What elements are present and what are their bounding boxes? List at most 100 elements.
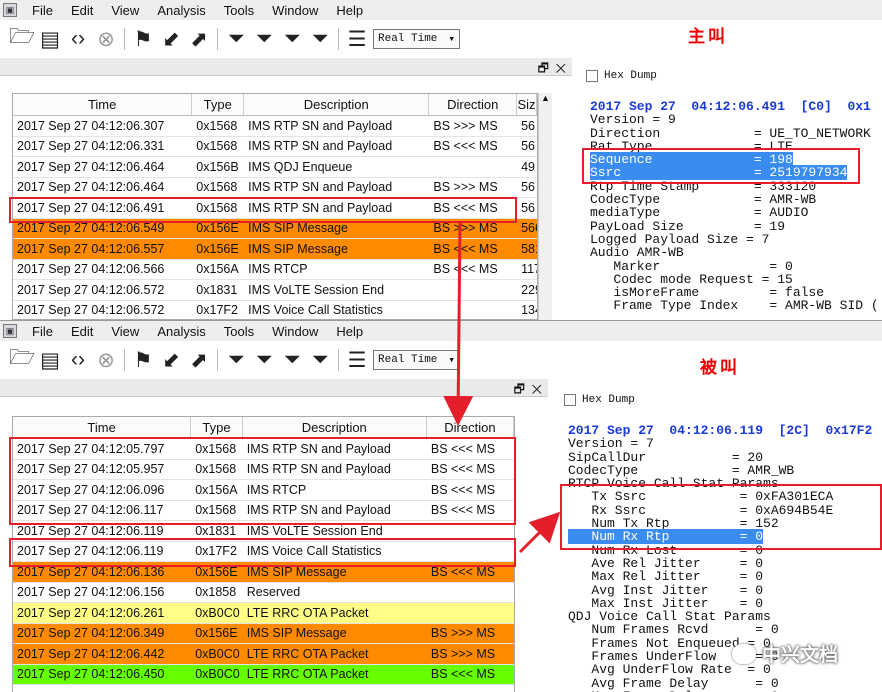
col-type[interactable]: Type [192,94,245,115]
detail-line[interactable]: Num Tx Rtp = 152 [568,517,872,530]
funnel-add-icon[interactable]: ⏷ [250,346,278,374]
realtime-dropdown[interactable]: Real Time ▾ [373,29,460,49]
detail-line[interactable]: Frame Type Index = AMR-WB SID ( [590,299,878,312]
detail-line[interactable]: Rtp Time Stamp = 333120 [590,180,879,193]
detail-line[interactable]: QDJ Voice Call Stat Params [568,610,872,623]
menu-view[interactable]: View [102,3,148,18]
detail-line[interactable]: Avg Frame Delay = 0 [568,676,872,690]
table-row[interactable]: 2017 Sep 27 04:12:06.096 0x156A IMS RTCP BS… [13,480,514,501]
open-folder-icon[interactable]: 🗁 [8,25,36,53]
menu-help[interactable]: Help [327,3,372,18]
table-row[interactable]: 2017 Sep 27 04:12:06.557 0x156E IMS SIP Me… [13,239,537,260]
checkbox[interactable] [564,394,576,406]
code-brackets-icon[interactable]: ‹› [64,25,92,53]
close-icon[interactable]: ✕ [532,382,542,396]
filter-out-icon[interactable]: ⬈ [185,346,213,374]
detail-line[interactable]: Ave Rel Jitter = 0 [568,557,872,570]
table-row[interactable]: 2017 Sep 27 04:12:06.464 0x1568 IMS RTP SN… [13,178,537,198]
table-row[interactable]: 2017 Sep 27 04:12:06.442 0xB0C0 LTE RRC OT… [13,644,514,665]
filter-in-icon[interactable]: ⬋ [157,25,185,53]
table-row[interactable]: 2017 Sep 27 04:12:06.549 0x156E IMS SIP Me… [13,218,537,239]
menu-help[interactable]: Help [327,324,372,339]
table-row[interactable]: 2017 Sep 27 04:12:06.450 0xB0C0 LTE RRC OT… [13,664,514,685]
detail-line[interactable]: Sequence = 198 [590,152,879,168]
hex-dump-checkbox[interactable]: Hex Dump [586,70,657,82]
funnel-icon[interactable]: ⏷ [222,346,250,374]
detail-line[interactable]: Version = 9 [590,113,879,126]
menu-analysis[interactable]: Analysis [148,3,214,18]
menu-tools[interactable]: Tools [215,324,263,339]
col-time[interactable]: Time [13,417,192,438]
menu-analysis[interactable]: Analysis [148,324,214,339]
detail-line[interactable]: Max Inst Jitter = 0 [568,597,872,610]
detail-line[interactable]: Audio AMR-WB [590,246,879,259]
table-row[interactable]: 2017 Sep 27 04:12:06.307 0x1568 IMS RTP SN… [13,116,537,137]
checkbox[interactable] [586,70,598,82]
table-row[interactable]: 2017 Sep 27 04:12:06.136 0x156E IMS SIP Me… [13,562,514,583]
stop-icon[interactable]: ⊗ [92,346,120,374]
detail-line[interactable]: Num Frames Rcvd = 0 [568,623,872,636]
funnel-clear-icon[interactable]: ⏷ [306,346,334,374]
table-row[interactable]: 2017 Sep 27 04:12:06.572 0x1831 IMS VoLTE … [13,280,537,301]
col-description[interactable]: Description [243,417,427,438]
filter-in-icon[interactable]: ⬋ [157,346,185,374]
detail-line[interactable]: Num Rx Rtp = 0 [568,529,872,545]
col-direction[interactable]: Direction [427,417,514,438]
detail-line[interactable]: Rx Ssrc = 0xA694B54E [568,504,872,517]
col-description[interactable]: Description [244,94,430,115]
table-row[interactable]: 2017 Sep 27 04:12:06.156 0x1858 Reserved [13,583,514,603]
save-icon[interactable]: ▤ [36,346,64,374]
detail-line[interactable]: Avg Inst Jitter = 0 [568,583,872,597]
table-row[interactable]: 2017 Sep 27 04:12:06.349 0x156E IMS SIP Me… [13,623,514,644]
table-row[interactable]: 2017 Sep 27 04:12:06.261 0xB0C0 LTE RRC OT… [13,603,514,624]
close-icon[interactable]: ✕ [556,61,566,75]
detail-line[interactable]: CodecType = AMR-WB [590,193,879,206]
funnel-edit-icon[interactable]: ⏷ [278,346,306,374]
detail-line[interactable]: SipCallDur = 20 [568,450,872,464]
col-time[interactable]: Time [13,94,193,115]
table-row[interactable]: 2017 Sep 27 04:12:06.331 0x1568 IMS RTP SN… [13,137,537,157]
detail-line[interactable]: RTCP Voice Call Stat Params [568,477,872,490]
menu-window[interactable]: Window [263,3,327,18]
table-row[interactable]: 2017 Sep 27 04:12:06.566 0x156A IMS RTCP BS… [13,260,537,280]
detail-line[interactable]: PayLoad Size = 19 [590,220,879,233]
detail-line[interactable]: isMoreFrame = false [590,286,879,299]
detail-line[interactable]: Logged Payload Size = 7 [590,233,879,246]
open-folder-icon[interactable]: 🗁 [8,346,36,374]
table-row[interactable]: 2017 Sep 27 04:12:05.797 0x1568 IMS RTP SN… [13,439,514,460]
log-icon[interactable]: ☰ [343,346,371,374]
col-direction[interactable]: Direction [429,94,518,115]
stop-icon[interactable]: ⊗ [92,25,120,53]
detail-line[interactable]: Marker = 0 [590,259,879,273]
detail-line[interactable]: Num Rx Lost = 0 [568,544,872,557]
save-icon[interactable]: ▤ [36,25,64,53]
scrollbar[interactable]: ▲ [538,93,552,320]
table-row[interactable]: 2017 Sep 27 04:12:06.119 0x1831 IMS VoLTE … [13,521,514,542]
menu-tools[interactable]: Tools [215,3,263,18]
detail-line[interactable]: Rat Type = LTE [590,140,879,153]
menu-edit[interactable]: Edit [62,3,102,18]
menu-view[interactable]: View [102,324,148,339]
bookmark-icon[interactable]: ⚑ [129,346,157,374]
detail-line[interactable]: mediaType = AUDIO [590,206,879,219]
detail-line[interactable]: Direction = UE_TO_NETWORK [590,126,879,140]
log-icon[interactable]: ☰ [343,25,371,53]
realtime-dropdown[interactable]: Real Time ▾ [373,350,460,370]
funnel-clear-icon[interactable]: ⏷ [306,25,334,53]
table-row[interactable]: 2017 Sep 27 04:12:06.119 0x17F2 IMS Voice … [13,542,514,562]
detail-line[interactable]: Tx Ssrc = 0xFA301ECA [568,490,872,503]
table-row[interactable]: 2017 Sep 27 04:12:06.491 0x1568 IMS RTP SN… [13,198,537,219]
table-row[interactable]: 2017 Sep 27 04:12:06.464 0x156B IMS QDJ En… [13,157,537,178]
bookmark-icon[interactable]: ⚑ [129,25,157,53]
detail-line[interactable]: Version = 7 [568,437,872,450]
menu-file[interactable]: File [23,3,62,18]
table-row[interactable]: 2017 Sep 27 04:12:05.957 0x1568 IMS RTP SN… [13,460,514,480]
detail-line[interactable]: CodecType = AMR_WB [568,464,872,477]
funnel-icon[interactable]: ⏷ [222,25,250,53]
code-brackets-icon[interactable]: ‹› [64,346,92,374]
detail-line[interactable]: Max Rel Jitter = 0 [568,570,872,583]
menu-file[interactable]: File [23,324,62,339]
filter-out-icon[interactable]: ⬈ [185,25,213,53]
funnel-edit-icon[interactable]: ⏷ [278,25,306,53]
funnel-add-icon[interactable]: ⏷ [250,25,278,53]
